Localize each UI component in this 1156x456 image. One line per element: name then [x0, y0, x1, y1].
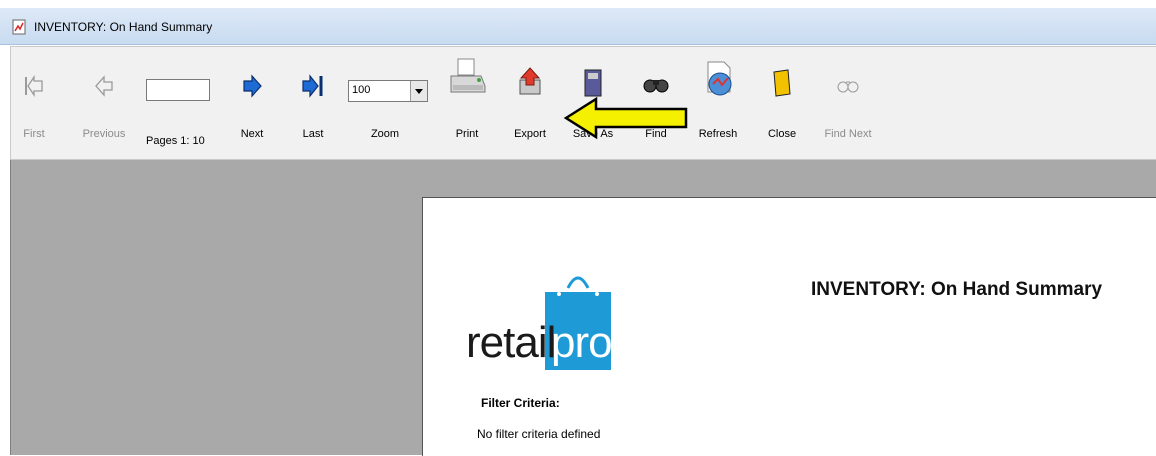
title-bar: INVENTORY: On Hand Summary: [0, 8, 1156, 45]
find-next-icon: [837, 81, 859, 93]
save-as-icon: [584, 69, 602, 97]
find-next-label: Find Next: [824, 128, 872, 140]
print-button[interactable]: Print: [445, 46, 489, 158]
next-label: Next: [240, 128, 264, 140]
report-title: INVENTORY: On Hand Summary: [811, 279, 1103, 300]
next-icon: [243, 74, 262, 98]
logo-text-retail: retail: [466, 318, 556, 367]
report-app-icon: [12, 19, 26, 35]
printer-icon: [450, 58, 486, 93]
refresh-icon: [707, 61, 732, 96]
close-icon: [773, 69, 791, 97]
page-number-input[interactable]: [146, 79, 210, 101]
first-icon: [25, 74, 43, 98]
window-title: INVENTORY: On Hand Summary: [34, 20, 213, 34]
last-label: Last: [302, 128, 324, 140]
page-count-label: Pages 1: 10: [146, 135, 205, 147]
refresh-button[interactable]: Refresh: [696, 46, 740, 158]
next-button[interactable]: Next: [232, 46, 272, 158]
previous-button[interactable]: Previous: [78, 46, 130, 158]
previous-icon: [95, 75, 113, 97]
previous-label: Previous: [82, 128, 126, 140]
filter-criteria-label: Filter Criteria:: [481, 396, 560, 410]
logo-text-pro: pro: [551, 318, 613, 367]
chevron-down-icon[interactable]: [410, 81, 427, 101]
zoom-label: Zoom: [370, 128, 400, 140]
print-label: Print: [455, 128, 479, 140]
find-next-button[interactable]: Find Next: [822, 46, 874, 158]
first-label: First: [23, 128, 45, 140]
export-icon: [519, 67, 541, 95]
zoom-label-item: Zoom: [360, 46, 410, 158]
last-icon: [302, 74, 323, 98]
pointer-arrow-icon: [563, 96, 688, 140]
export-button[interactable]: Export: [508, 46, 552, 158]
export-label: Export: [514, 128, 546, 140]
close-label: Close: [767, 128, 797, 140]
last-button[interactable]: Last: [293, 46, 333, 158]
first-button[interactable]: First: [14, 46, 54, 158]
filter-criteria-value: No filter criteria defined: [477, 427, 601, 441]
refresh-label: Refresh: [698, 128, 738, 140]
close-button[interactable]: Close: [762, 46, 802, 158]
binoculars-icon: [643, 79, 669, 93]
